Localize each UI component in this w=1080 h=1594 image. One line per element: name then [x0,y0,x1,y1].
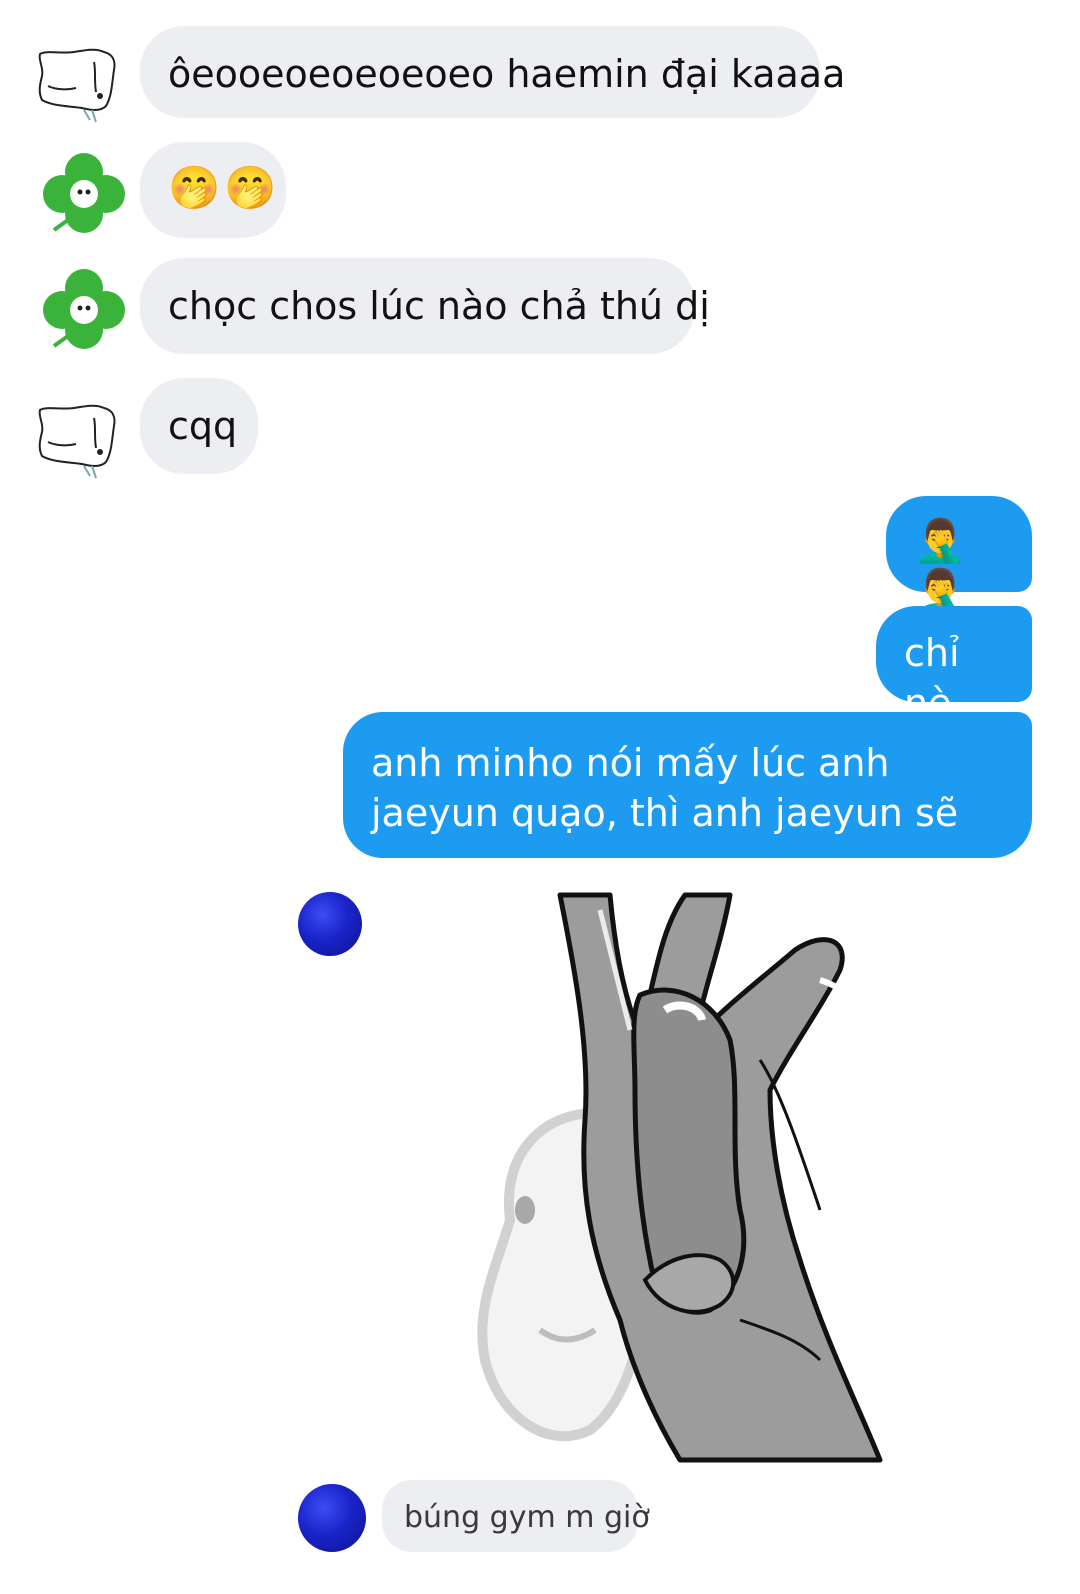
bear-avatar[interactable] [34,396,122,484]
message-bubble[interactable]: 🤭🤭 [140,142,286,238]
message-text: anh minho nói mấy lúc anh jaeyun quạo, t… [371,741,959,835]
flexing-arm-sticker[interactable] [440,890,960,1470]
sleeping-bear-icon [38,404,116,479]
sleeping-bear-icon [38,48,116,123]
message-text: búng gym m giờ [404,1500,650,1535]
sent-message-bubble[interactable]: chỉ nè [876,606,1032,725]
flexing-arm-meme-icon [477,892,883,1463]
blue-ball-avatar[interactable] [298,892,362,956]
four-leaf-clover-icon [43,269,125,349]
message-bubble[interactable]: chọc chos lúc nào chả thú dị [140,258,710,354]
message-bubble[interactable]: búng gym m giờ [382,1480,650,1552]
clover-avatar[interactable] [40,150,128,238]
message-bubble[interactable]: ôeooeoeoeoeoeo haemin đại kaaaa [140,26,845,118]
clover-avatar[interactable] [40,266,128,354]
sent-message-bubble[interactable]: 🤦‍♂️🤦‍♂️ [886,496,1032,615]
message-text: 🤭🤭 [168,163,281,212]
blue-ball-avatar[interactable] [298,1484,366,1552]
bear-avatar[interactable] [34,40,122,128]
sent-message-bubble[interactable]: anh minho nói mấy lúc anh jaeyun quạo, t… [343,712,1032,858]
message-bubble[interactable]: cqq [140,378,258,474]
message-text: chọc chos lúc nào chả thú dị [168,284,710,328]
message-text: chỉ nè [904,631,960,725]
message-text: 🤦‍♂️🤦‍♂️ [914,516,971,615]
message-text: cqq [168,404,238,448]
message-text: ôeooeoeoeoeoeo haemin đại kaaaa [168,52,846,96]
four-leaf-clover-icon [43,153,125,233]
